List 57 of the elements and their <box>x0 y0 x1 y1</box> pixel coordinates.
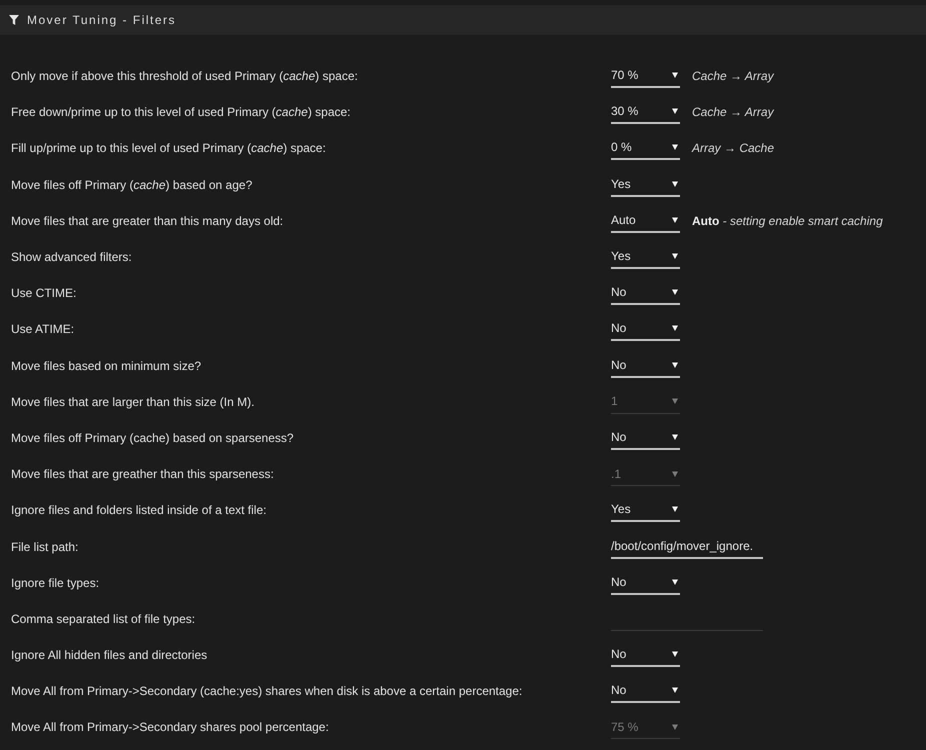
setting-label: Move All from Primary->Secondary shares pool percentage: <box>11 720 329 734</box>
setting-label: Move files that are larger than this size (In M). <box>11 394 254 409</box>
caret-icon <box>672 470 678 477</box>
caret-icon <box>672 687 678 694</box>
dropdown[interactable]: 0 % <box>611 136 680 160</box>
caret-icon <box>672 253 678 260</box>
caret-icon <box>672 216 678 223</box>
caret-icon <box>672 144 678 150</box>
setting-label: Move All from Primary->Secondary (cache:yes) shares when disk is above a certain percentage: <box>11 684 522 698</box>
caret-icon <box>672 108 678 114</box>
dropdown[interactable]: 30 % <box>611 100 680 124</box>
setting-label: Move files off Primary (cache) based on age? <box>11 178 252 192</box>
caret-icon <box>672 180 678 187</box>
caret-icon <box>672 724 678 730</box>
dropdown[interactable]: Yes <box>611 245 680 270</box>
dropdown[interactable]: Auto <box>611 208 680 233</box>
setting-label: Ignore All hidden files and directories <box>11 648 208 662</box>
caret-icon <box>672 506 678 512</box>
dropdown[interactable]: Yes <box>611 172 680 197</box>
caret-icon <box>672 434 678 440</box>
input-field[interactable]: /boot/config/mover_ignore. <box>611 534 763 559</box>
hint-text: Cache → Array <box>692 105 774 120</box>
setting-label: Move files off Primary (cache) based on sparseness? <box>11 430 294 445</box>
caret-icon <box>672 651 678 658</box>
dropdown[interactable]: No <box>611 281 680 306</box>
setting-label: File list path: <box>11 540 78 554</box>
setting-label: Ignore file types: <box>11 576 100 590</box>
setting-label: Show advanced filters: <box>11 250 132 264</box>
filter-icon <box>9 15 19 25</box>
setting-label: Move files that are greather than this sparseness: <box>11 467 274 482</box>
setting-label: Ignore files and folders listed inside of a text file: <box>11 503 266 518</box>
dropdown[interactable]: No <box>611 679 680 704</box>
hint-text: Cache → Array <box>692 69 774 84</box>
dropdown[interactable]: No <box>611 570 680 595</box>
setting-label: Comma separated list of file types: <box>11 612 196 626</box>
dropdown[interactable]: No <box>611 354 680 378</box>
setting-label: Only move if above this threshold of used Primary (cache) space: <box>11 69 358 84</box>
setting-label: Move files that are greater than this many days old: <box>11 214 284 228</box>
caret-icon <box>672 289 678 296</box>
dropdown[interactable]: No <box>611 426 680 450</box>
setting-label: Free down/prime up to this level of used Primary (cache) space: <box>11 105 350 120</box>
dropdown[interactable]: No <box>611 643 680 668</box>
dropdown[interactable]: Yes <box>611 498 680 522</box>
panel-title: Mover Tuning - Filters <box>27 13 176 27</box>
setting-label: Use ATIME: <box>11 322 74 336</box>
setting-label: Move files based on minimum size? <box>11 358 202 373</box>
caret-icon <box>672 398 678 404</box>
caret-icon <box>672 325 678 332</box>
hint-text: Auto - setting enable smart caching <box>692 214 883 228</box>
hint-text: Array → Cache <box>692 141 774 156</box>
dropdown[interactable]: No <box>611 317 680 342</box>
setting-label: Fill up/prime up to this level of used Primary (cache) space: <box>11 141 326 156</box>
caret-icon <box>672 362 678 368</box>
caret-icon <box>672 72 678 78</box>
caret-icon <box>672 578 678 585</box>
dropdown[interactable]: 70 % <box>611 64 680 88</box>
setting-label: Use CTIME: <box>11 286 76 300</box>
